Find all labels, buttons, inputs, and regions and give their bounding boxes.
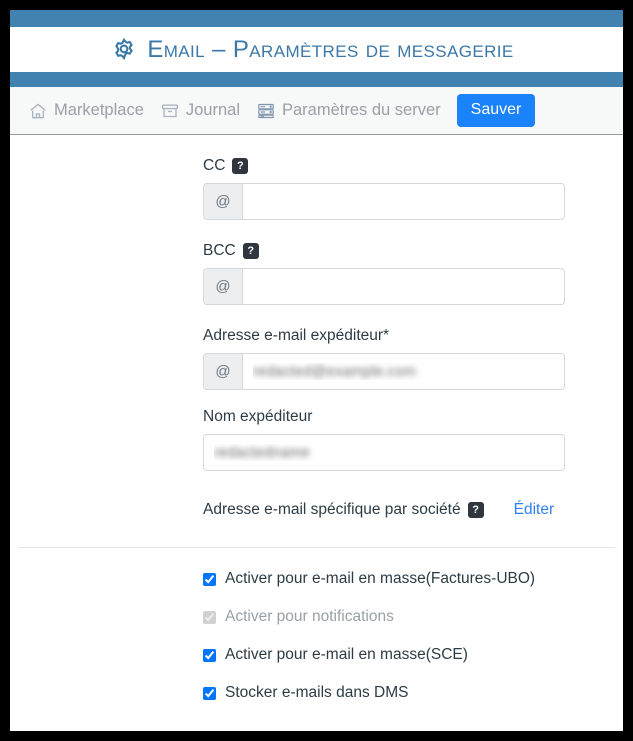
- home-icon: [28, 101, 48, 121]
- field-sender-name: Nom expéditeur: [10, 408, 623, 471]
- option-checkbox[interactable]: [203, 686, 216, 700]
- at-sign-icon: @: [204, 269, 243, 304]
- field-sender-email-label-row: Adresse e-mail expéditeur*: [203, 327, 623, 345]
- toolbar-item-marketplace[interactable]: Marketplace: [28, 101, 144, 121]
- option-checkbox[interactable]: [203, 572, 216, 586]
- cc-input[interactable]: [243, 184, 564, 219]
- sender-name-input[interactable]: [203, 434, 565, 471]
- at-sign-icon: @: [204, 354, 243, 389]
- sub-accent-bar: [10, 72, 623, 87]
- toolbar-item-journal[interactable]: Journal: [160, 101, 240, 121]
- option-label: Activer pour e-mail en masse(Factures-UB…: [225, 570, 536, 587]
- gear-icon: [111, 37, 137, 63]
- option-label: Activer pour notifications: [225, 608, 394, 625]
- help-icon[interactable]: ?: [242, 243, 259, 259]
- option-label: Activer pour e-mail en masse(SCE): [225, 646, 468, 663]
- option-row-bulk-invoices-ubo[interactable]: Activer pour e-mail en masse(Factures-UB…: [203, 570, 623, 588]
- email-settings-form: CC ? @ BCC ? @ Adresse e-mail expéditeur…: [10, 135, 623, 519]
- company-specific-label-row: Adresse e-mail spécifique par société ?: [203, 501, 484, 519]
- title-band: Email – Paramètres de messagerie: [10, 27, 623, 72]
- archive-box-icon: [160, 101, 180, 121]
- toolbar-item-label: Journal: [185, 101, 240, 119]
- field-bcc: BCC ? @: [10, 242, 623, 305]
- field-cc-label-row: CC ?: [203, 157, 623, 175]
- field-label-text: BCC: [203, 242, 236, 259]
- server-rack-icon: [256, 101, 276, 121]
- page-title: Email – Paramètres de messagerie: [147, 35, 514, 63]
- sender-email-input[interactable]: [243, 354, 564, 389]
- options-list: Activer pour e-mail en masse(Factures-UB…: [10, 548, 623, 702]
- save-button[interactable]: Sauver: [456, 94, 536, 127]
- field-label-text: Nom expéditeur: [203, 408, 313, 425]
- option-checkbox[interactable]: [203, 648, 216, 662]
- field-label-text: CC: [203, 157, 226, 174]
- app-window: Email – Paramètres de messagerie Marketp…: [10, 10, 623, 731]
- sender-email-input-group[interactable]: @: [203, 353, 565, 390]
- edit-link[interactable]: Éditer: [514, 501, 555, 519]
- toolbar-item-label: Marketplace: [54, 101, 144, 119]
- cc-input-group[interactable]: @: [203, 183, 565, 220]
- field-label-text: Adresse e-mail expéditeur*: [203, 327, 390, 344]
- field-company-specific-email: Adresse e-mail spécifique par société ? …: [10, 501, 623, 519]
- option-checkbox: [203, 610, 216, 624]
- help-icon[interactable]: ?: [232, 158, 249, 174]
- option-row-notifications: Activer pour notifications: [203, 608, 623, 626]
- option-row-store-dms[interactable]: Stocker e-mails dans DMS: [203, 684, 623, 702]
- field-label-text: Adresse e-mail spécifique par société: [203, 501, 461, 518]
- field-bcc-label-row: BCC ?: [203, 242, 623, 260]
- toolbar-item-server-settings[interactable]: Paramètres du server: [256, 101, 441, 121]
- help-icon[interactable]: ?: [467, 502, 484, 518]
- toolbar-item-label: Paramètres du server: [282, 101, 441, 119]
- top-accent-bar: [10, 10, 623, 27]
- option-row-bulk-sce[interactable]: Activer pour e-mail en masse(SCE): [203, 646, 623, 664]
- field-cc: CC ? @: [10, 157, 623, 220]
- at-sign-icon: @: [204, 184, 243, 219]
- field-sender-email: Adresse e-mail expéditeur* @: [10, 327, 623, 390]
- toolbar: Marketplace Journal Paramètres du server…: [10, 87, 623, 135]
- field-sender-name-label-row: Nom expéditeur: [203, 408, 623, 426]
- option-label: Stocker e-mails dans DMS: [225, 684, 409, 701]
- bcc-input-group[interactable]: @: [203, 268, 565, 305]
- bcc-input[interactable]: [243, 269, 564, 304]
